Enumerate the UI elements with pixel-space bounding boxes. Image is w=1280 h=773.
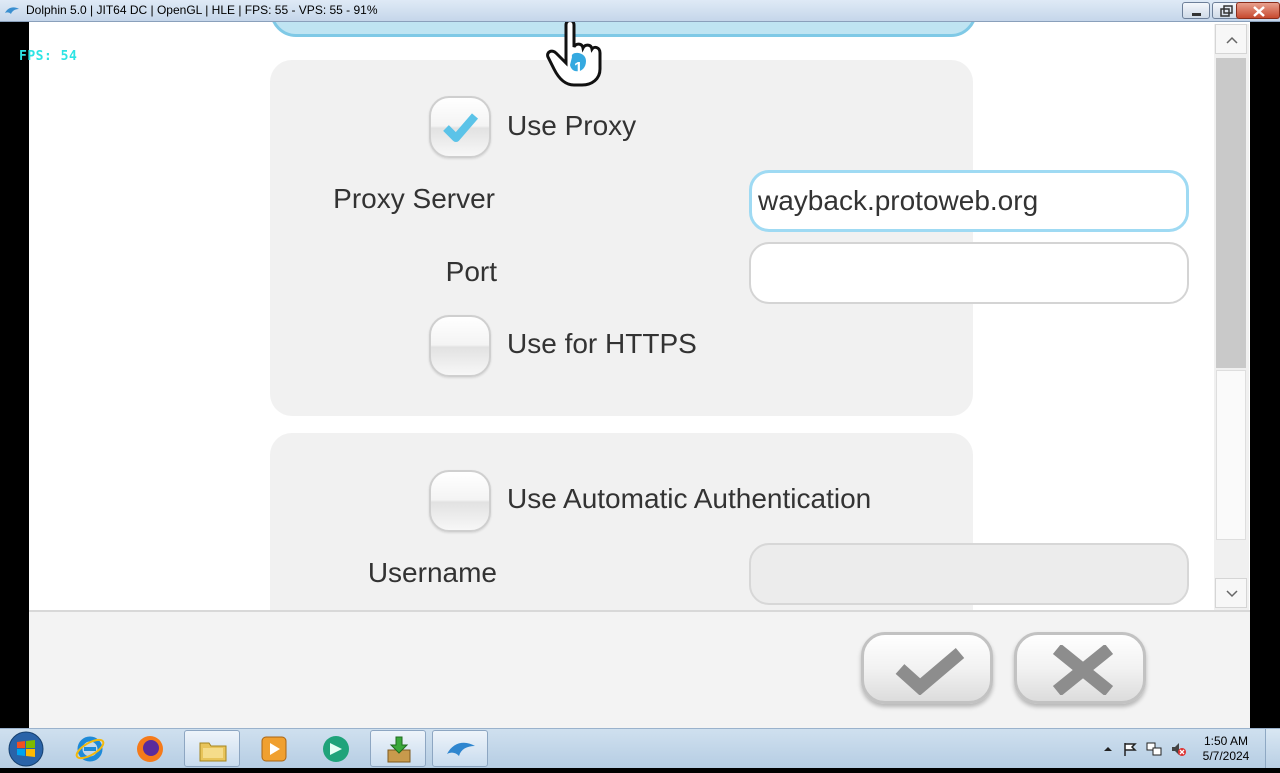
firefox-icon [137,736,163,762]
taskbar-firefox[interactable] [122,730,178,767]
use-proxy-label: Use Proxy [507,110,637,141]
use-https-label: Use for HTTPS [507,328,697,359]
scrollbar-track[interactable] [1216,370,1246,540]
confirm-button[interactable] [861,632,993,704]
flag-icon[interactable] [1122,741,1138,757]
fps-counter: FPS: 54 [19,49,78,64]
clock-time: 1:50 AM [1203,734,1249,748]
username-label: Username [367,557,497,588]
use-proxy-checkbox[interactable] [429,96,491,158]
wii-pointer-cursor: 1 [546,22,602,87]
taskbar-internet-explorer[interactable] [62,730,118,767]
taskbar-installer[interactable] [370,730,426,767]
port-field[interactable] [749,242,1189,304]
bottom-action-bar [29,610,1250,728]
x-icon [1052,645,1114,695]
taskbar-clock[interactable]: 1:50 AM 5/7/2024 [1195,734,1257,764]
dolphin-icon [5,7,19,14]
window-titlebar[interactable]: Dolphin 5.0 | JIT64 DC | OpenGL | HLE | … [0,0,1280,22]
game-viewport[interactable]: FPS: 54 Use Proxy Proxy Server wayback.p… [0,22,1280,728]
taskbar-chat-app[interactable] [308,730,364,767]
use-auto-auth-label: Use Automatic Authentication [507,483,872,514]
chevron-up-icon[interactable] [1100,741,1116,757]
cancel-button[interactable] [1014,632,1146,704]
top-tab[interactable] [270,22,977,37]
username-field[interactable] [749,543,1189,605]
network-icon[interactable] [1146,741,1162,757]
chevron-up-icon [1226,36,1238,44]
proxy-settings-panel: Use Proxy Proxy Server wayback.protoweb.… [270,60,1189,416]
chat-app-icon [323,736,349,762]
proxy-server-field[interactable]: wayback.protoweb.org [749,170,1189,232]
player-number: 1 [574,60,583,77]
proxy-settings-screen: Use Proxy Proxy Server wayback.protoweb.… [29,22,1250,728]
taskbar-file-explorer[interactable] [184,730,240,767]
proxy-server-label: Proxy Server [333,183,495,214]
media-player-icon [261,736,287,762]
internet-explorer-icon [75,736,105,762]
scroll-up-button[interactable] [1215,24,1247,54]
minimize-button[interactable] [1182,2,1210,19]
window-title: Dolphin 5.0 | JIT64 DC | OpenGL | HLE | … [26,3,378,17]
start-button[interactable] [6,730,46,768]
taskbar-dolphin[interactable] [432,730,488,767]
windows-taskbar: 1:50 AM 5/7/2024 [0,728,1280,768]
close-button[interactable] [1236,2,1280,19]
scroll-down-button[interactable] [1215,578,1247,608]
chevron-down-icon [1226,590,1238,598]
installer-icon [387,736,411,763]
checkmark-icon [895,648,965,695]
use-auto-auth-checkbox[interactable] [429,470,491,532]
use-https-checkbox[interactable] [429,315,491,377]
show-desktop-button[interactable] [1265,729,1280,768]
taskbar-media-player[interactable] [246,730,302,767]
volume-muted-icon[interactable] [1170,741,1186,757]
scrollbar[interactable] [1214,24,1249,610]
scrollbar-thumb[interactable] [1216,58,1246,368]
checkmark-icon [443,113,479,142]
clock-date: 5/7/2024 [1202,749,1250,763]
file-explorer-icon [199,742,227,762]
windows-logo-icon [8,731,44,767]
dolphin-icon [447,742,475,756]
port-label: Port [445,256,497,287]
